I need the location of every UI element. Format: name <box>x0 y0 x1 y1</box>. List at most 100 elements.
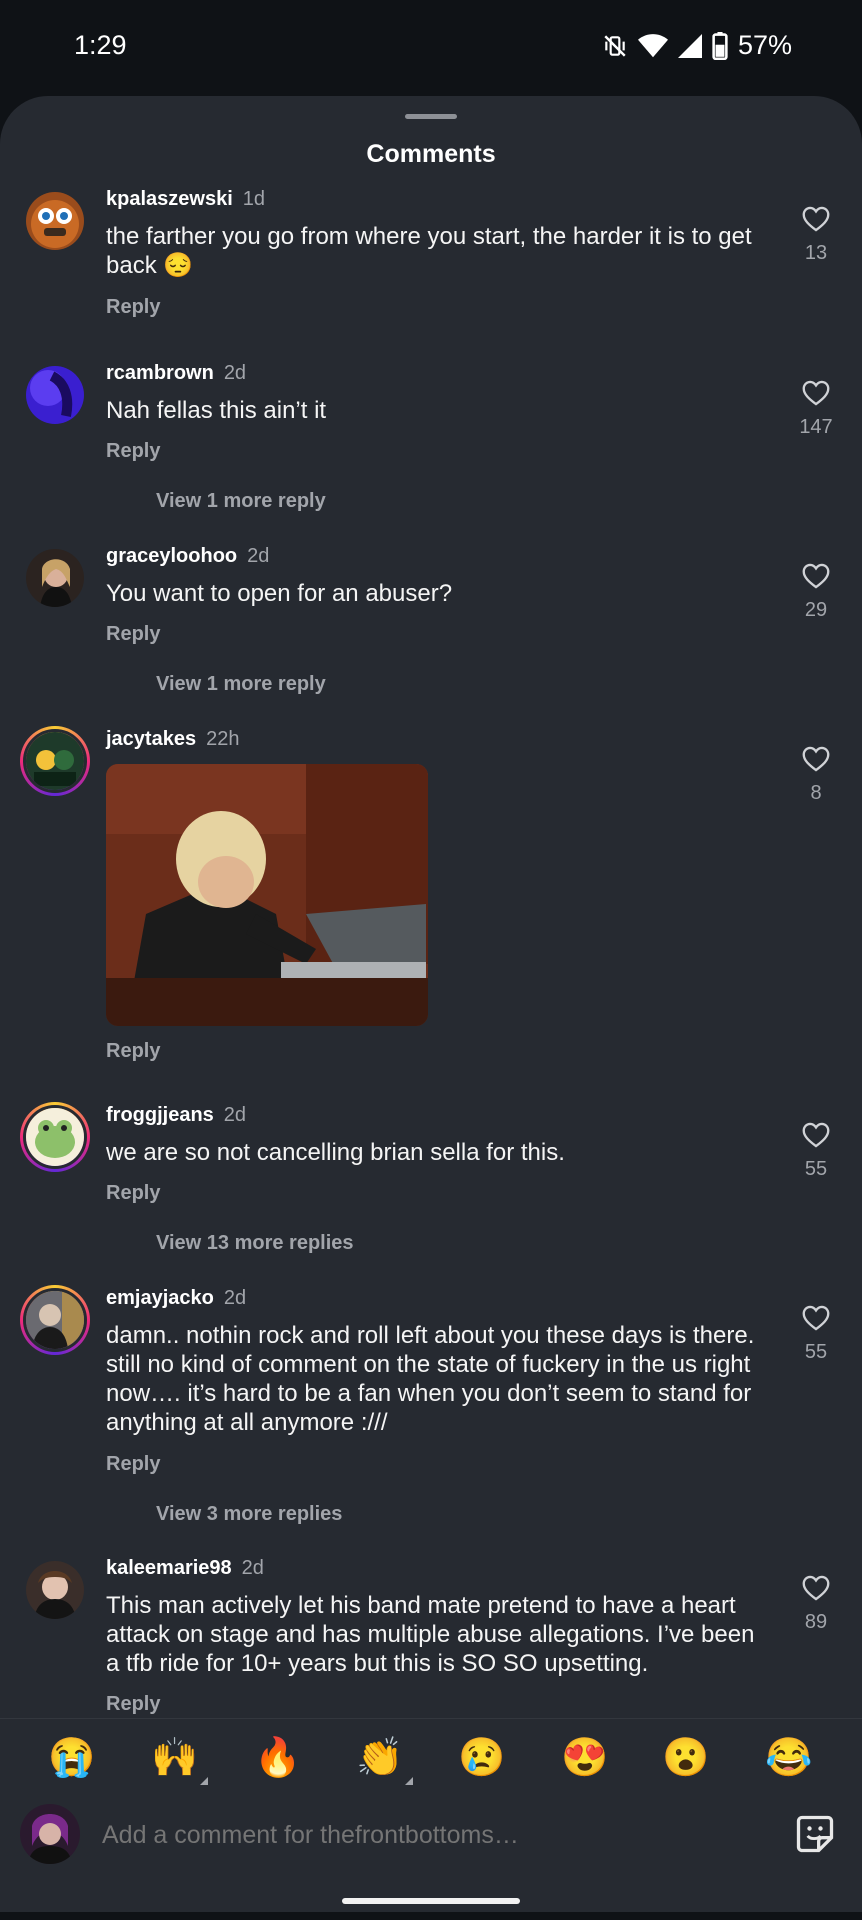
sticker-button[interactable] <box>793 1812 837 1856</box>
sheet-title: Comments <box>366 140 496 168</box>
comment-time: 2d <box>241 1557 264 1579</box>
battery-percent: 57% <box>737 30 792 60</box>
reply-button[interactable]: Reply <box>106 1040 160 1063</box>
comment-meta: graceyloohoo 2d <box>106 545 269 568</box>
username[interactable]: graceyloohoo <box>106 545 237 567</box>
like-count: 147 <box>799 416 833 438</box>
avatar <box>23 1288 87 1352</box>
comment-time: 1d <box>242 188 265 210</box>
emoji-surprised[interactable]: 😮 <box>661 1733 711 1783</box>
emoji-sad[interactable]: 😢 <box>457 1733 507 1783</box>
home-indicator[interactable] <box>342 1898 520 1904</box>
username[interactable]: froggjjeans <box>106 1104 214 1126</box>
avatar-story-ring[interactable] <box>20 1285 90 1355</box>
drag-handle[interactable] <box>405 114 457 119</box>
avatar[interactable] <box>26 192 84 250</box>
current-user-avatar[interactable] <box>20 1804 80 1864</box>
reply-button[interactable]: Reply <box>106 623 160 646</box>
view-more-replies-button[interactable]: View 1 more reply <box>156 673 326 696</box>
view-more-replies-button[interactable]: View 3 more replies <box>156 1503 342 1526</box>
emoji-clapping-glyph: 👏 <box>356 1737 404 1779</box>
avatar-story-ring[interactable] <box>20 726 90 796</box>
comment-text: the farther you go from where you start,… <box>106 223 752 279</box>
view-more-replies-button[interactable]: View 13 more replies <box>156 1232 354 1255</box>
comment-time: 2d <box>223 362 247 384</box>
like-button[interactable] <box>796 746 836 777</box>
comment-meta: kaleemarie98 2d <box>106 1557 264 1580</box>
like-button[interactable] <box>796 1122 836 1153</box>
status-icons: 57% <box>602 30 792 61</box>
comment-meta: kpalaszewski 1d <box>106 188 265 211</box>
like-button[interactable] <box>796 206 836 237</box>
username[interactable]: kaleemarie98 <box>106 1557 232 1579</box>
like-button[interactable] <box>796 1575 836 1606</box>
system-nav-bar <box>0 1912 862 1920</box>
like-button[interactable] <box>796 380 836 411</box>
comment-text: You want to open for an abuser? <box>106 580 453 607</box>
emoji-raised-hands-glyph: 🙌 <box>151 1737 199 1779</box>
like-count: 55 <box>804 1158 828 1180</box>
comment-meta: rcambrown 2d <box>106 362 246 385</box>
reply-button[interactable]: Reply <box>106 440 160 463</box>
reply-button[interactable]: Reply <box>106 1453 160 1476</box>
battery-icon <box>712 31 728 60</box>
heart-outline-icon <box>802 206 830 232</box>
avatar-story-ring[interactable] <box>20 1102 90 1172</box>
heart-outline-icon <box>802 563 830 589</box>
emoji-fire[interactable]: 🔥 <box>253 1733 303 1783</box>
comment-meta: jacytakes 22h <box>106 728 239 751</box>
skin-tone-indicator <box>405 1777 413 1785</box>
comments-list[interactable]: kpalaszewski 1d the farther you go from w… <box>0 186 862 1812</box>
wifi-icon <box>637 33 668 57</box>
comment-time: 2d <box>247 545 270 567</box>
comment-text: Nah fellas this ain’t it <box>106 397 327 424</box>
heart-outline-icon <box>802 746 830 772</box>
sticker-icon <box>796 1815 834 1853</box>
username[interactable]: jacytakes <box>106 728 196 750</box>
heart-outline-icon <box>802 1305 830 1331</box>
heart-outline-icon <box>802 1575 830 1601</box>
avatar <box>23 729 87 793</box>
heart-outline-icon <box>802 1122 830 1148</box>
comment-time: 2d <box>223 1287 247 1309</box>
signal-icon <box>677 33 702 58</box>
comment-meta: froggjjeans 2d <box>106 1104 246 1127</box>
avatar[interactable] <box>26 549 84 607</box>
comment-meta: emjayjacko 2d <box>106 1287 246 1310</box>
comments-sheet: Comments kpalaszewski 1d the farther you … <box>0 96 862 1920</box>
status-time: 1:29 <box>74 30 127 60</box>
comment-input[interactable] <box>100 1812 744 1858</box>
status-bar: 1:29 57% <box>0 0 862 96</box>
like-button[interactable] <box>796 1305 836 1336</box>
comment-text: This man actively let his band mate pret… <box>106 1592 755 1677</box>
like-count: 13 <box>804 242 828 264</box>
vibrate-off-icon <box>604 34 626 57</box>
username[interactable]: emjayjacko <box>106 1287 214 1309</box>
comment-gif[interactable] <box>106 764 428 1026</box>
avatar <box>23 1105 87 1169</box>
reply-button[interactable]: Reply <box>106 296 160 319</box>
reply-button[interactable]: Reply <box>106 1693 160 1716</box>
comment-time: 2d <box>223 1104 247 1126</box>
reply-button[interactable]: Reply <box>106 1182 160 1205</box>
heart-outline-icon <box>802 380 830 406</box>
like-button[interactable] <box>796 563 836 594</box>
skin-tone-indicator <box>200 1777 208 1785</box>
like-count: 55 <box>804 1341 828 1363</box>
username[interactable]: rcambrown <box>106 362 214 384</box>
like-count: 89 <box>804 1611 828 1633</box>
avatar[interactable] <box>26 1561 84 1619</box>
username[interactable]: kpalaszewski <box>106 188 233 210</box>
emoji-crying[interactable]: 😭 <box>47 1733 97 1783</box>
emoji-laughing[interactable]: 😂 <box>764 1733 814 1783</box>
emoji-heart-eyes[interactable]: 😍 <box>560 1733 610 1783</box>
avatar[interactable] <box>26 366 84 424</box>
comment-text: damn.. nothin rock and roll left about y… <box>106 1322 755 1436</box>
comment-time: 22h <box>206 728 240 750</box>
emoji-raised-hands[interactable]: 🙌 <box>150 1733 208 1785</box>
emoji-clapping[interactable]: 👏 <box>355 1733 413 1785</box>
like-count: 8 <box>810 782 822 804</box>
emoji-reaction-bar: 😭 🙌 🔥 👏 😢 😍 😮 😂 <box>0 1718 862 1799</box>
comment-text: we are so not cancelling brian sella for… <box>106 1139 565 1166</box>
view-more-replies-button[interactable]: View 1 more reply <box>156 490 326 513</box>
